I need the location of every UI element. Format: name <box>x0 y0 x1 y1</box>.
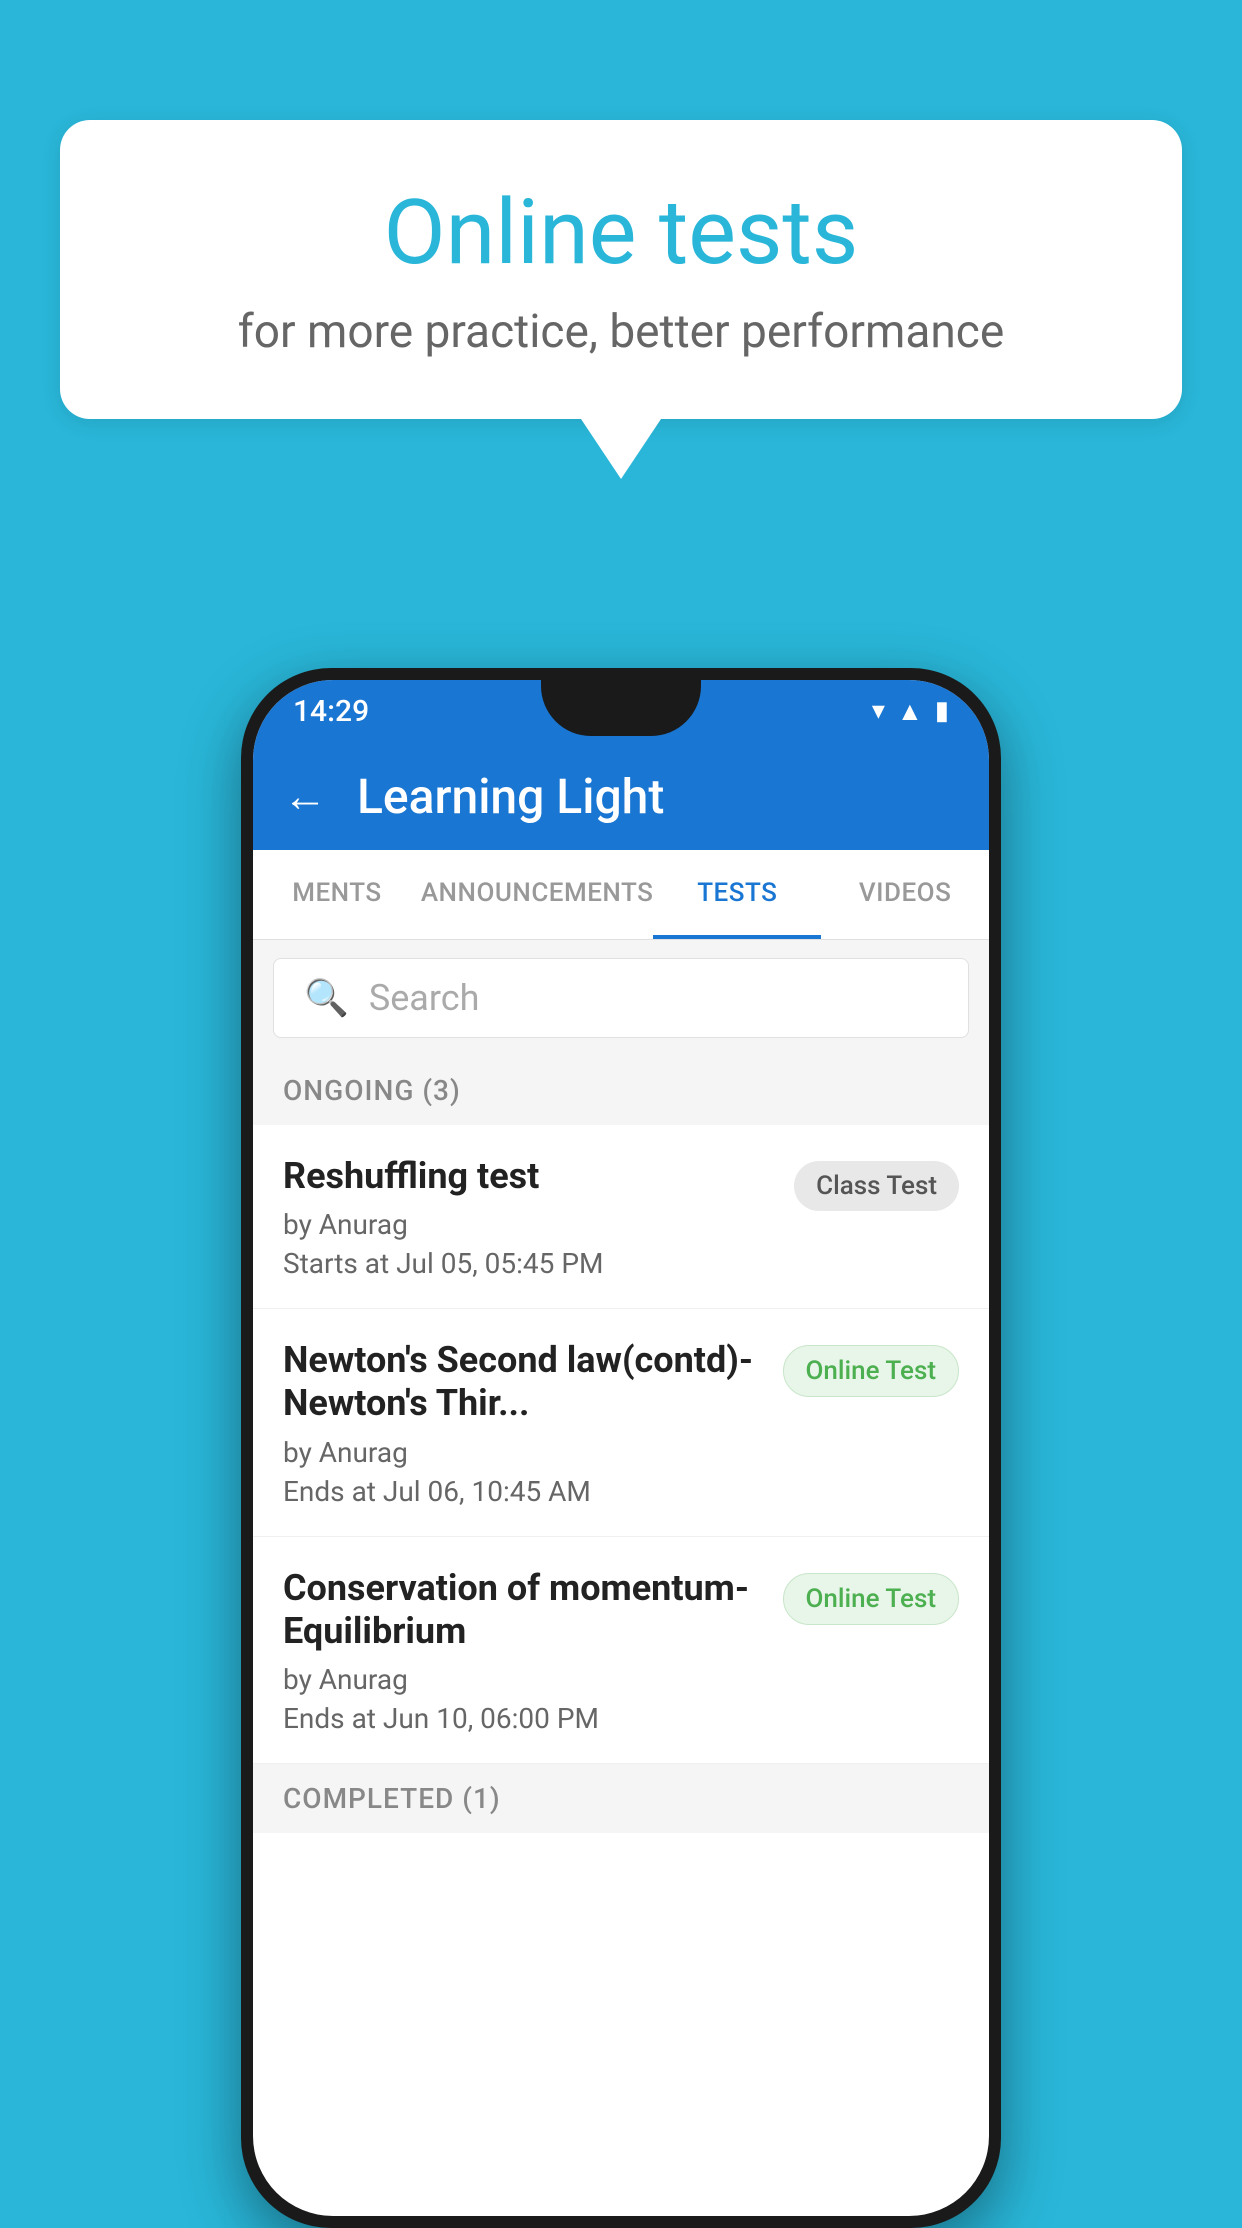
test-info-3: Conservation of momentum-Equilibrium by … <box>283 1567 783 1735</box>
phone-notch <box>541 680 701 736</box>
test-time-label-1: Starts at <box>283 1247 389 1280</box>
test-time-value-3: Jun 10, 06:00 PM <box>383 1702 599 1735</box>
search-bar[interactable]: 🔍 Search <box>273 958 969 1038</box>
tab-tests-label: TESTS <box>697 878 777 908</box>
status-time: 14:29 <box>293 694 369 729</box>
phone-inner: 14:29 ▾ ▲ ▮ ← Learning Light MENTS ANNOU… <box>253 680 989 2216</box>
test-author-2: by Anurag <box>283 1436 763 1469</box>
test-badge-2: Online Test <box>783 1345 960 1397</box>
tab-announcements[interactable]: ANNOUNCEMENTS <box>421 850 654 939</box>
test-time-1: Starts at Jul 05, 05:45 PM <box>283 1247 774 1280</box>
test-info-2: Newton's Second law(contd)-Newton's Thir… <box>283 1339 783 1507</box>
tab-videos-label: VIDEOS <box>859 878 951 908</box>
completed-section-header: COMPLETED (1) <box>253 1764 989 1833</box>
phone-frame: 14:29 ▾ ▲ ▮ ← Learning Light MENTS ANNOU… <box>241 668 1001 2228</box>
tab-ments-label: MENTS <box>292 878 381 908</box>
test-list: Reshuffling test by Anurag Starts at Jul… <box>253 1125 989 1764</box>
test-time-value-2: Jul 06, 10:45 AM <box>383 1475 591 1508</box>
tab-announcements-label: ANNOUNCEMENTS <box>421 878 654 908</box>
test-item-1[interactable]: Reshuffling test by Anurag Starts at Jul… <box>253 1125 989 1309</box>
test-time-2: Ends at Jul 06, 10:45 AM <box>283 1475 763 1508</box>
completed-title: COMPLETED (1) <box>283 1782 501 1815</box>
search-container: 🔍 Search <box>253 940 989 1056</box>
status-icons: ▾ ▲ ▮ <box>872 696 949 727</box>
search-input[interactable]: Search <box>369 977 480 1019</box>
test-name-2: Newton's Second law(contd)-Newton's Thir… <box>283 1339 763 1425</box>
app-title: Learning Light <box>357 768 664 825</box>
test-item-3[interactable]: Conservation of momentum-Equilibrium by … <box>253 1537 989 1764</box>
test-badge-3: Online Test <box>783 1573 960 1625</box>
test-author-3: by Anurag <box>283 1663 763 1696</box>
tab-bar: MENTS ANNOUNCEMENTS TESTS VIDEOS <box>253 850 989 940</box>
bubble-subtitle: for more practice, better performance <box>140 305 1102 359</box>
bubble-title: Online tests <box>140 180 1102 285</box>
test-name-3: Conservation of momentum-Equilibrium <box>283 1567 763 1653</box>
test-badge-1: Class Test <box>794 1161 959 1211</box>
app-bar: ← Learning Light <box>253 742 989 850</box>
test-info-1: Reshuffling test by Anurag Starts at Jul… <box>283 1155 794 1280</box>
tab-tests[interactable]: TESTS <box>653 850 821 939</box>
test-time-label-2: Ends at <box>283 1475 376 1508</box>
signal-icon: ▲ <box>897 696 923 727</box>
ongoing-section-header: ONGOING (3) <box>253 1056 989 1125</box>
test-name-1: Reshuffling test <box>283 1155 774 1198</box>
bubble-arrow <box>581 419 661 479</box>
test-time-label-3: Ends at <box>283 1702 376 1735</box>
speech-bubble-container: Online tests for more practice, better p… <box>60 120 1182 479</box>
battery-icon: ▮ <box>935 696 949 726</box>
wifi-icon: ▾ <box>872 696 885 726</box>
ongoing-title: ONGOING (3) <box>283 1074 461 1107</box>
tab-ments[interactable]: MENTS <box>253 850 421 939</box>
test-time-value-1: Jul 05, 05:45 PM <box>396 1247 603 1280</box>
back-button[interactable]: ← <box>283 770 327 822</box>
test-author-1: by Anurag <box>283 1208 774 1241</box>
test-time-3: Ends at Jun 10, 06:00 PM <box>283 1702 763 1735</box>
speech-bubble: Online tests for more practice, better p… <box>60 120 1182 419</box>
search-icon: 🔍 <box>304 977 349 1019</box>
test-item-2[interactable]: Newton's Second law(contd)-Newton's Thir… <box>253 1309 989 1536</box>
tab-videos[interactable]: VIDEOS <box>821 850 989 939</box>
